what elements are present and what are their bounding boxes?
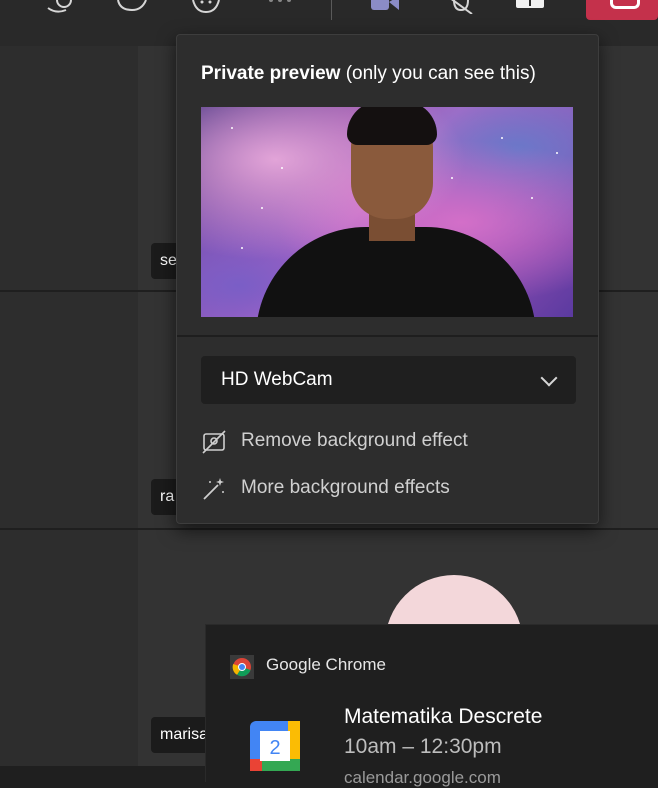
flyout-title-rest: (only you can see this) [340,63,536,84]
participant-tile-side [0,46,138,290]
camera-select-value: HD WebCam [221,369,333,390]
chat-icon[interactable] [116,0,150,14]
camera-select[interactable]: HD WebCam [201,356,576,404]
more-background-effects-button[interactable]: More background effects [201,472,541,506]
divider [177,335,598,337]
notification-title: Matematika Descrete [344,705,543,728]
toolbar-separator [331,0,332,20]
share-icon[interactable] [514,0,546,14]
camera-icon[interactable] [369,0,403,14]
chevron-down-icon [540,369,558,387]
more-icon[interactable] [265,0,295,14]
leave-icon [610,0,640,9]
participant-tile-side [0,292,138,528]
reactions-icon[interactable] [190,0,224,14]
notification-time: 10am – 12:30pm [344,735,502,758]
leave-button[interactable] [586,0,658,20]
flyout-title-bold: Private preview [201,63,341,84]
chrome-icon [230,655,254,679]
camera-settings-flyout: Private preview (only you can see this) … [176,34,599,524]
remove-background-effect-button[interactable]: Remove background effect [201,425,541,459]
google-calendar-icon: 2 [250,721,300,771]
participant-tile-side [0,530,138,766]
people-icon[interactable] [44,0,78,14]
notification-app-name: Google Chrome [266,655,387,674]
calendar-notification[interactable]: Google Chrome 2 Matematika Descrete 10am… [205,624,658,787]
no-background-icon [202,430,226,454]
calendar-day: 2 [269,737,280,759]
notification-source: calendar.google.com [344,768,501,787]
mic-icon[interactable] [446,0,476,14]
magic-wand-icon [203,478,224,500]
person-hair [347,107,437,145]
flyout-title: Private preview (only you can see this) [201,63,536,85]
video-preview [201,107,573,317]
menu-item-label: Remove background effect [241,430,468,451]
menu-item-label: More background effects [241,477,450,498]
